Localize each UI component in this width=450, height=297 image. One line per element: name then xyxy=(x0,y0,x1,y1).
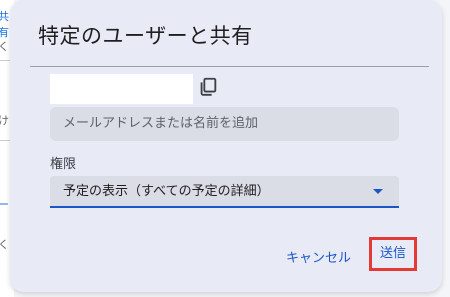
dialog-title: 特定のユーザーと共有 xyxy=(38,24,253,48)
permission-label: 権限 xyxy=(50,157,77,172)
dropdown-caret-icon xyxy=(373,189,383,194)
email-display-field xyxy=(50,74,193,104)
cancel-button[interactable]: キャンセル xyxy=(286,247,351,266)
copy-icon[interactable] xyxy=(197,76,219,98)
permission-value: 予定の表示（すべての予定の詳細） xyxy=(63,184,270,199)
send-button[interactable]: 送信 xyxy=(369,237,417,271)
background-text: け xyxy=(0,114,9,127)
permission-select[interactable]: 予定の表示（すべての予定の詳細） xyxy=(50,176,399,208)
background-text: く xyxy=(0,40,9,53)
background-text: ー xyxy=(0,198,9,211)
background-text: く xyxy=(0,238,9,251)
share-dialog: 特定のユーザーと共有 メールアドレスまたは名前を追加 権限 予定の表示（すべての… xyxy=(10,0,442,292)
add-people-input[interactable]: メールアドレスまたは名前を追加 xyxy=(50,107,399,141)
title-divider xyxy=(30,66,429,67)
